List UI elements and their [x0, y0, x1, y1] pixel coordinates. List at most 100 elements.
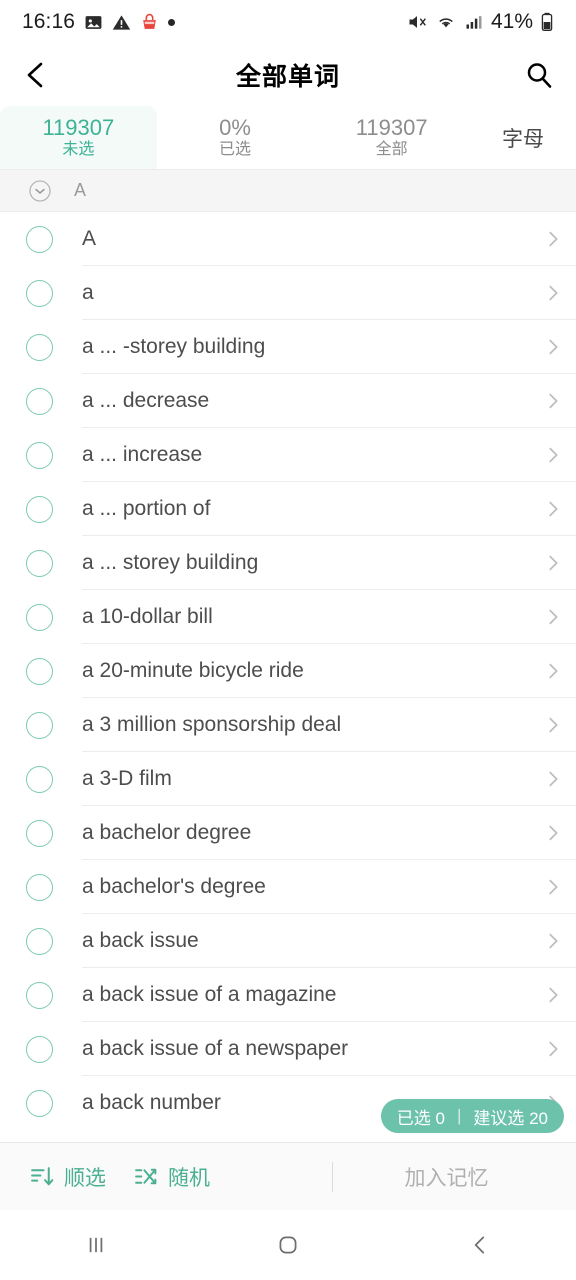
word-checkbox[interactable] [26, 657, 53, 685]
word-label: a ... storey building [82, 551, 259, 574]
word-row[interactable]: a ... decrease [0, 374, 576, 428]
word-row[interactable]: a back issue of a newspaper [0, 1022, 576, 1076]
word-row[interactable]: a ... -storey building [0, 320, 576, 374]
page-header: 全部单词 [0, 44, 576, 106]
tab-selected[interactable]: 0% 已选 [156, 106, 314, 169]
word-detail-button[interactable] [530, 822, 576, 844]
chevron-right-icon [542, 228, 564, 250]
chevron-right-icon [542, 660, 564, 682]
home-icon [275, 1232, 301, 1258]
word-detail-button[interactable] [530, 444, 576, 466]
word-detail-button[interactable] [530, 1038, 576, 1060]
random-select-button[interactable]: 随机 [120, 1162, 224, 1192]
word-checkbox[interactable] [26, 279, 53, 307]
word-row[interactable]: a [0, 266, 576, 320]
tab-selected-value: 0% [219, 115, 251, 141]
word-detail-button[interactable] [530, 984, 576, 1006]
chevron-right-icon [542, 282, 564, 304]
chevron-right-icon [542, 1038, 564, 1060]
android-nav-bar [0, 1210, 576, 1280]
recents-button[interactable] [0, 1232, 192, 1258]
word-label: a ... portion of [82, 497, 211, 520]
sort-by-alphabet-button[interactable]: 字母 [470, 106, 576, 169]
word-checkbox[interactable] [26, 603, 53, 631]
battery-percent: 41% [490, 10, 533, 33]
chevron-right-icon [542, 390, 564, 412]
word-row[interactable]: a back issue [0, 914, 576, 968]
chevron-right-icon [542, 336, 564, 358]
word-detail-button[interactable] [530, 498, 576, 520]
word-checkbox[interactable] [26, 441, 53, 469]
word-row[interactable]: a 10-dollar bill [0, 590, 576, 644]
word-checkbox[interactable] [26, 981, 53, 1009]
tab-all[interactable]: 119307 全部 [313, 106, 471, 169]
home-button[interactable] [192, 1232, 384, 1258]
chevron-right-icon [542, 822, 564, 844]
status-time: 16:16 [22, 10, 76, 33]
word-detail-button[interactable] [530, 876, 576, 898]
word-checkbox[interactable] [26, 333, 53, 361]
word-checkbox[interactable] [26, 819, 53, 847]
word-row[interactable]: a bachelor's degree [0, 860, 576, 914]
word-detail-button[interactable] [530, 390, 576, 412]
word-label: a ... decrease [82, 389, 210, 412]
word-checkbox[interactable] [26, 711, 53, 739]
word-checkbox[interactable] [26, 549, 53, 577]
word-row[interactable]: a ... portion of [0, 482, 576, 536]
word-checkbox[interactable] [26, 387, 53, 415]
word-detail-button[interactable] [530, 336, 576, 358]
word-label: a back issue [82, 929, 199, 952]
word-row[interactable]: a ... increase [0, 428, 576, 482]
signal-icon [464, 12, 484, 32]
word-detail-button[interactable] [530, 714, 576, 736]
image-icon [84, 13, 103, 32]
suggested-count: 建议选 20 [473, 1108, 548, 1128]
word-detail-button[interactable] [530, 930, 576, 952]
word-label: a bachelor's degree [82, 875, 266, 898]
add-to-memory-button[interactable]: 加入记忆 [333, 1162, 560, 1192]
chevron-down-circle-icon[interactable] [28, 179, 52, 203]
tab-all-label: 全部 [375, 141, 408, 159]
word-label: a 3 million sponsorship deal [82, 713, 342, 736]
chevron-right-icon [542, 606, 564, 628]
word-label: a bachelor degree [82, 821, 252, 844]
search-icon [524, 60, 554, 90]
word-detail-button[interactable] [530, 660, 576, 682]
word-checkbox[interactable] [26, 765, 53, 793]
chevron-right-icon [542, 498, 564, 520]
word-checkbox[interactable] [26, 495, 53, 523]
word-label: a ... -storey building [82, 335, 266, 358]
chevron-right-icon [542, 768, 564, 790]
tab-unselected-label: 未选 [62, 141, 95, 159]
word-row[interactable]: a 3 million sponsorship deal [0, 698, 576, 752]
word-row[interactable]: a back issue of a magazine [0, 968, 576, 1022]
word-row[interactable]: a ... storey building [0, 536, 576, 590]
word-detail-button[interactable] [530, 228, 576, 250]
back-button[interactable] [22, 60, 66, 90]
word-detail-button[interactable] [530, 282, 576, 304]
word-checkbox[interactable] [26, 1035, 53, 1063]
selection-badge[interactable]: 已选 0 | 建议选 20 [380, 1099, 564, 1133]
word-checkbox[interactable] [26, 1089, 53, 1117]
word-detail-button[interactable] [530, 552, 576, 574]
tab-unselected[interactable]: 119307 未选 [0, 106, 157, 169]
word-checkbox[interactable] [26, 225, 53, 253]
tab-selected-label: 已选 [219, 141, 252, 159]
word-label: A [82, 227, 97, 250]
word-row[interactable]: a 3-D film [0, 752, 576, 806]
word-detail-button[interactable] [530, 606, 576, 628]
page-title: 全部单词 [235, 63, 340, 91]
word-detail-button[interactable] [530, 768, 576, 790]
word-label: a 3-D film [82, 767, 172, 790]
nav-back-button[interactable] [384, 1232, 576, 1258]
word-row[interactable]: a bachelor degree [0, 806, 576, 860]
word-checkbox[interactable] [26, 927, 53, 955]
sort-select-button[interactable]: 顺选 [16, 1162, 120, 1192]
word-checkbox[interactable] [26, 873, 53, 901]
word-label: a [82, 281, 94, 304]
section-header[interactable]: A [0, 170, 576, 212]
search-button[interactable] [510, 60, 554, 90]
word-row[interactable]: A [0, 212, 576, 266]
back-chevron-icon [22, 60, 48, 90]
word-row[interactable]: a 20-minute bicycle ride [0, 644, 576, 698]
